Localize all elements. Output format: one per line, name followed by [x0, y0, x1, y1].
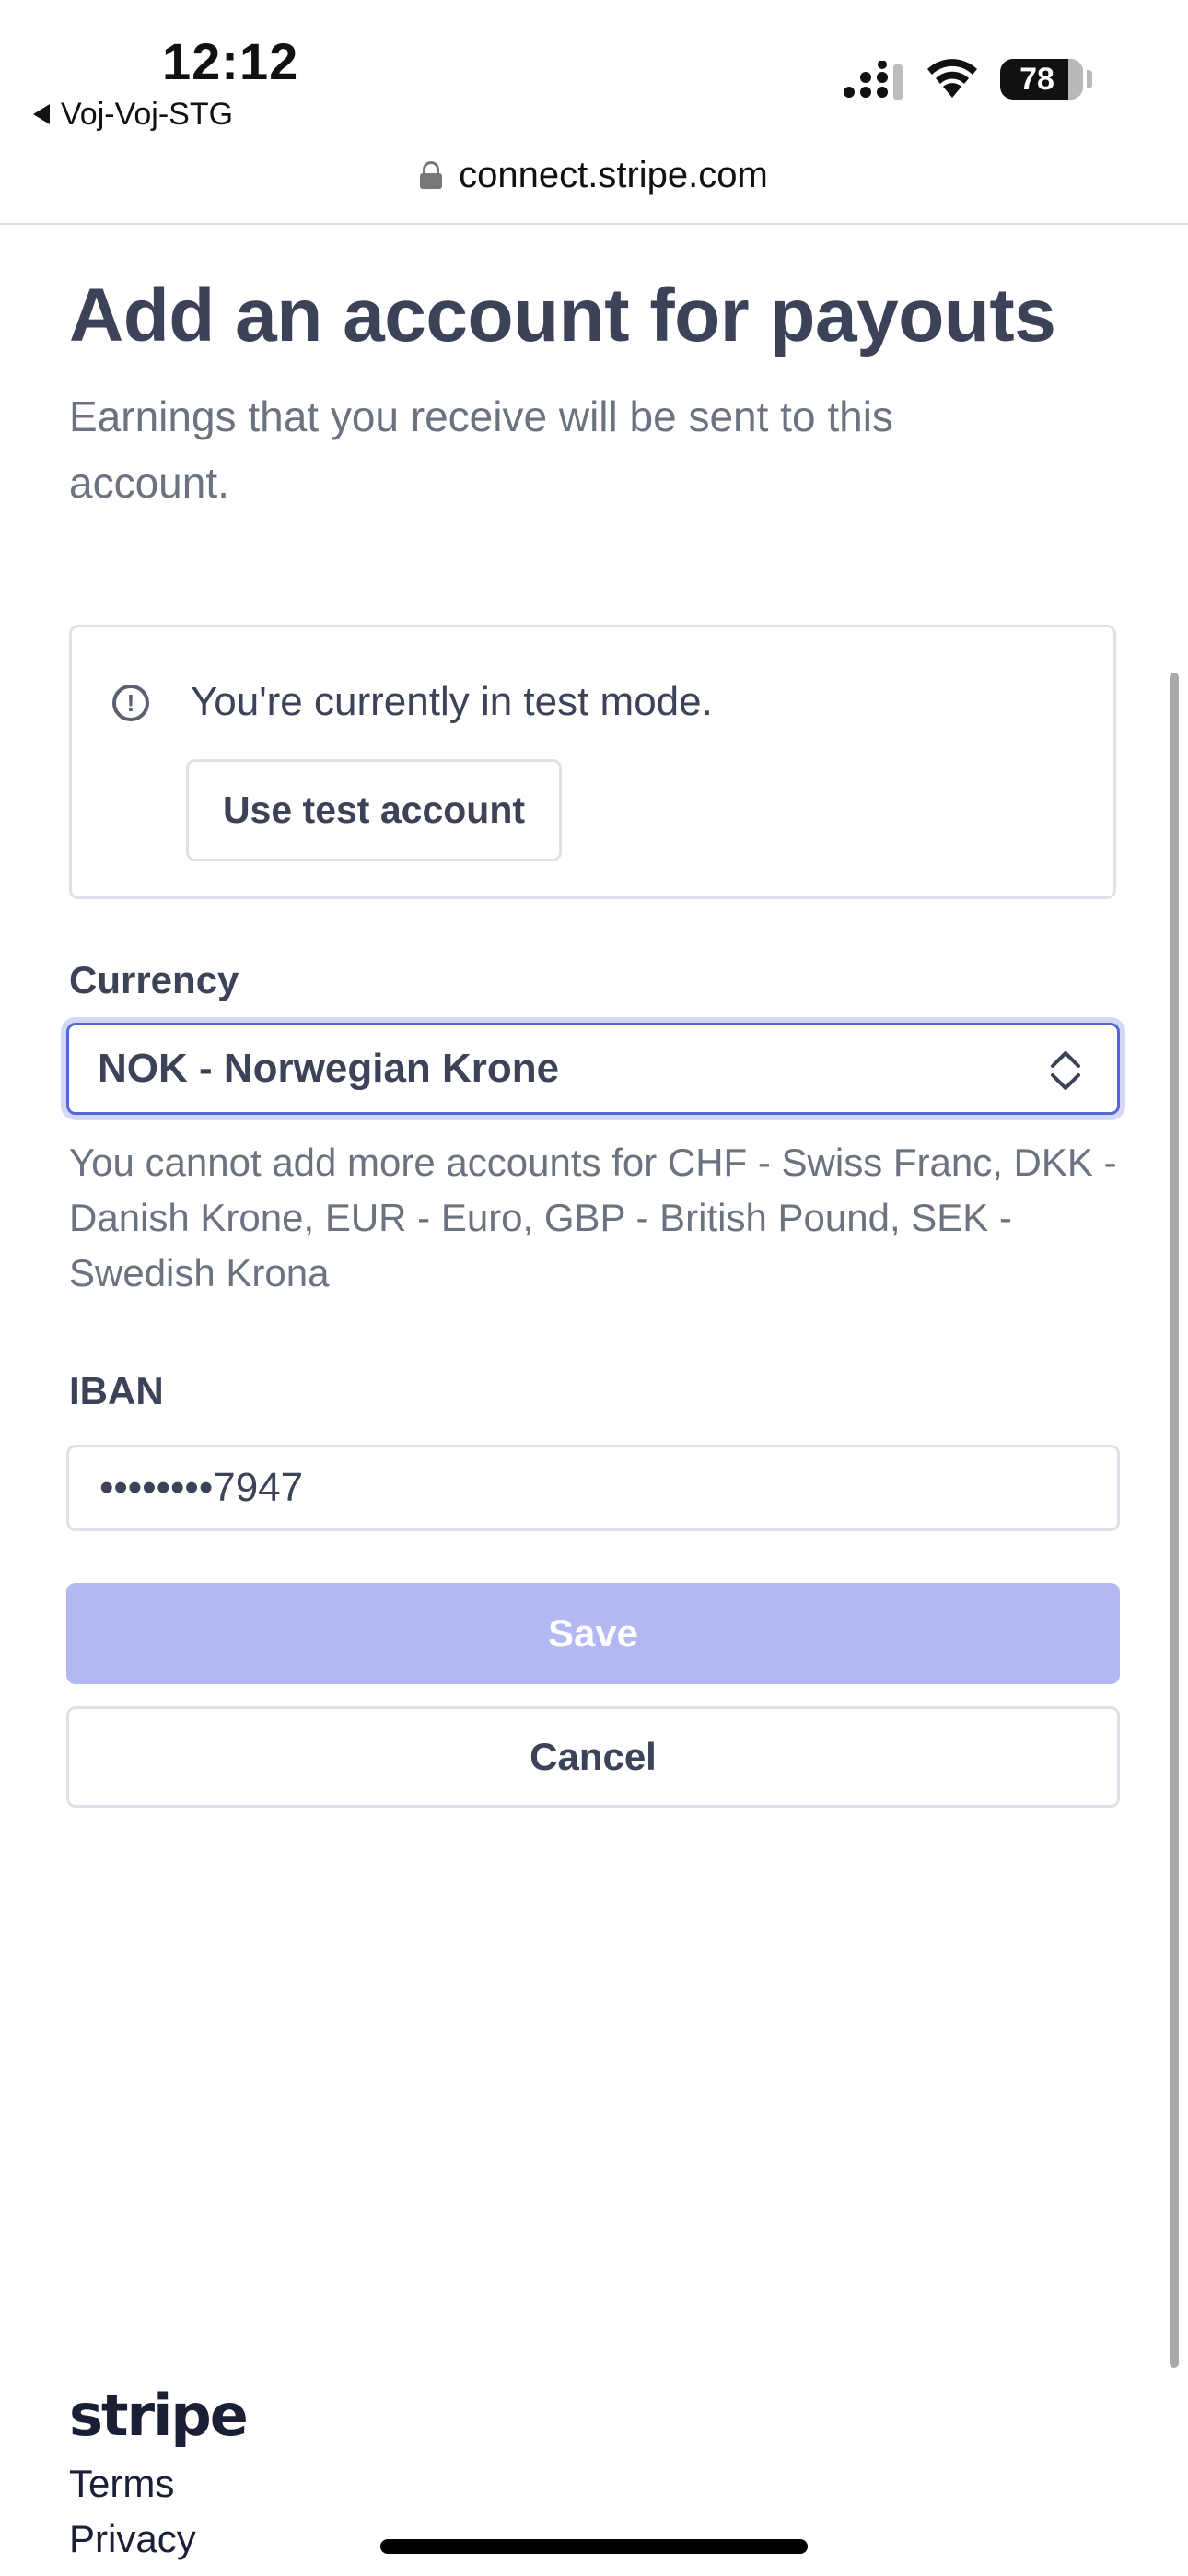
- currency-restriction-note: You cannot add more accounts for CHF - S…: [69, 1141, 1117, 1294]
- terms-link[interactable]: Terms: [69, 2462, 174, 2506]
- back-app-label: Voj-Voj-STG: [61, 96, 234, 132]
- currency-select[interactable]: NOK - Norwegian Krone: [66, 1023, 1120, 1115]
- scrollbar[interactable]: [1170, 673, 1179, 2368]
- privacy-link[interactable]: Privacy: [69, 2517, 196, 2561]
- use-test-account-button[interactable]: Use test account: [186, 759, 562, 861]
- currency-label: Currency: [69, 958, 239, 1001]
- wifi-icon: [927, 59, 977, 98]
- url-divider: [0, 223, 1188, 225]
- battery-level: 78: [1019, 61, 1054, 97]
- url-text: connect.stripe.com: [459, 154, 768, 195]
- stripe-logo: stripe: [69, 2382, 249, 2449]
- battery-icon: 78: [1000, 59, 1083, 100]
- lock-icon: [420, 161, 443, 189]
- test-mode-message: You're currently in test mode.: [191, 679, 713, 724]
- page-subtitle: Earnings that you receive will be sent t…: [69, 392, 893, 507]
- cancel-button[interactable]: Cancel: [66, 1706, 1120, 1808]
- home-indicator[interactable]: [380, 2539, 808, 2554]
- cellular-signal-icon: [844, 61, 903, 100]
- chevron-up-down-icon: [1051, 1051, 1080, 1090]
- back-triangle-icon: [33, 104, 50, 124]
- url-bar[interactable]: connect.stripe.com: [0, 147, 1188, 203]
- page-title: Add an account for payouts: [69, 274, 1056, 357]
- back-to-app-button[interactable]: Voj-Voj-STG: [33, 96, 233, 133]
- battery-tip: [1087, 70, 1092, 88]
- save-button[interactable]: Save: [66, 1583, 1120, 1684]
- status-time: 12:12: [162, 32, 299, 90]
- currency-selected-value: NOK - Norwegian Krone: [98, 1046, 560, 1091]
- iban-label: IBAN: [69, 1369, 164, 1412]
- iban-value: ••••••••7947: [99, 1465, 304, 1510]
- iban-input[interactable]: ••••••••7947: [66, 1445, 1120, 1531]
- alert-circle-icon: !: [112, 685, 149, 721]
- test-mode-notice: ! You're currently in test mode. Use tes…: [69, 625, 1116, 899]
